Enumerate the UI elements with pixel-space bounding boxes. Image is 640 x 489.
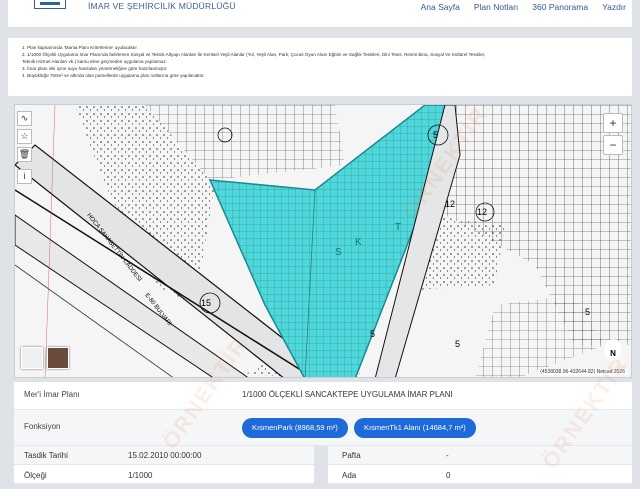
- map-label: 5: [433, 130, 438, 140]
- function-tk1-button[interactable]: KısmenTk1 Alanı (14684,7 m²): [354, 418, 476, 438]
- scale-label: Ölçeği: [24, 471, 47, 480]
- map-label: 5: [455, 339, 460, 349]
- plan-note: 4. Büyüklüğü 750m² ve altında olan parse…: [22, 73, 205, 78]
- north-arrow-icon: N: [605, 339, 621, 361]
- map-label: 12: [477, 207, 487, 217]
- plan-details: Tasdik Tarihi 15.02.2010 00:00:00 Ölçeği…: [14, 446, 632, 486]
- delete-tool-icon[interactable]: 🗑: [17, 147, 32, 162]
- sheet-label: Pafta: [342, 451, 361, 460]
- top-header: İMAR VE ŞEHİRCİLİK MÜDÜRLÜĞÜ Ana Sayfa P…: [8, 0, 632, 28]
- function-label: Fonksiyon: [24, 422, 61, 431]
- plan-info-table: Mer'i İmar Planı 1/1000 ÖLÇEKLİ SANCAKTE…: [14, 382, 632, 446]
- map-label: 15: [201, 298, 211, 308]
- block-label: Ada: [342, 471, 357, 480]
- municipality-logo: [34, 0, 66, 9]
- main-nav: Ana Sayfa Plan Notları 360 Panorama Yazd…: [421, 2, 626, 12]
- zoom-in-button[interactable]: +: [603, 113, 623, 133]
- map-label: K: [355, 237, 362, 248]
- department-title: İMAR VE ŞEHİRCİLİK MÜDÜRLÜĞÜ: [88, 1, 236, 11]
- sheet-value: -: [446, 451, 449, 460]
- plan-notes-panel: 1. Plan kapsamında 'Mania Planı Kriterle…: [8, 38, 632, 96]
- map-canvas: 5 12 12 15 5 5 5 HOCA ŞAHABETTİN CADDESİ…: [15, 105, 631, 377]
- scale-value: 1/1000: [128, 471, 153, 480]
- plan-note: 3. İmar planı iski içme suyu havzaları y…: [22, 66, 168, 71]
- plan-note: 2. 1/1000 Ölçekli Uygulama İmar Planında…: [22, 52, 486, 57]
- map-label: 12: [445, 199, 455, 209]
- draw-polygon-tool-icon[interactable]: ☆: [17, 129, 32, 144]
- nav-360-panorama[interactable]: 360 Panorama: [532, 2, 588, 12]
- map-label: 5: [585, 307, 590, 317]
- approval-date-value: 15.02.2010 00:00:00: [128, 451, 202, 460]
- nav-home[interactable]: Ana Sayfa: [421, 2, 460, 12]
- map-label: T: [395, 222, 401, 233]
- map-label: S: [335, 247, 342, 258]
- meri-plan-value: 1/1000 ÖLÇEKLİ SANCAKTEPE UYGULAMA İMAR …: [242, 390, 453, 399]
- base-layer-satellite-thumb[interactable]: [47, 347, 69, 369]
- coordinate-readout: (4538038.96-432644.82) Netcad 2026: [538, 369, 627, 375]
- function-park-button[interactable]: KısmenPark (8968,59 m²): [242, 418, 348, 438]
- draw-line-tool-icon[interactable]: ∿: [17, 111, 32, 126]
- nav-plan-notes[interactable]: Plan Notları: [474, 2, 518, 12]
- plan-note: Teknik Hizmet Alanları vb.) kamu eline g…: [22, 59, 168, 64]
- map-label: 5: [370, 329, 375, 339]
- info-tool-icon[interactable]: i: [17, 169, 32, 184]
- base-layer-map-thumb[interactable]: [21, 347, 43, 369]
- plan-note: 1. Plan kapsamında 'Mania Planı Kriterle…: [22, 45, 138, 50]
- column-divider: [314, 446, 328, 486]
- nav-print[interactable]: Yazdır: [602, 2, 626, 12]
- zoom-out-button[interactable]: −: [603, 135, 623, 155]
- approval-date-label: Tasdik Tarihi: [24, 451, 68, 460]
- info-row-meri-plan: Mer'i İmar Planı 1/1000 ÖLÇEKLİ SANCAKTE…: [14, 382, 632, 410]
- block-value: 0: [446, 471, 451, 480]
- info-row-function: Fonksiyon KısmenPark (8968,59 m²) Kısmen…: [14, 410, 632, 446]
- zoning-map[interactable]: 5 12 12 15 5 5 5 HOCA ŞAHABETTİN CADDESİ…: [14, 104, 632, 378]
- meri-plan-label: Mer'i İmar Planı: [24, 390, 80, 399]
